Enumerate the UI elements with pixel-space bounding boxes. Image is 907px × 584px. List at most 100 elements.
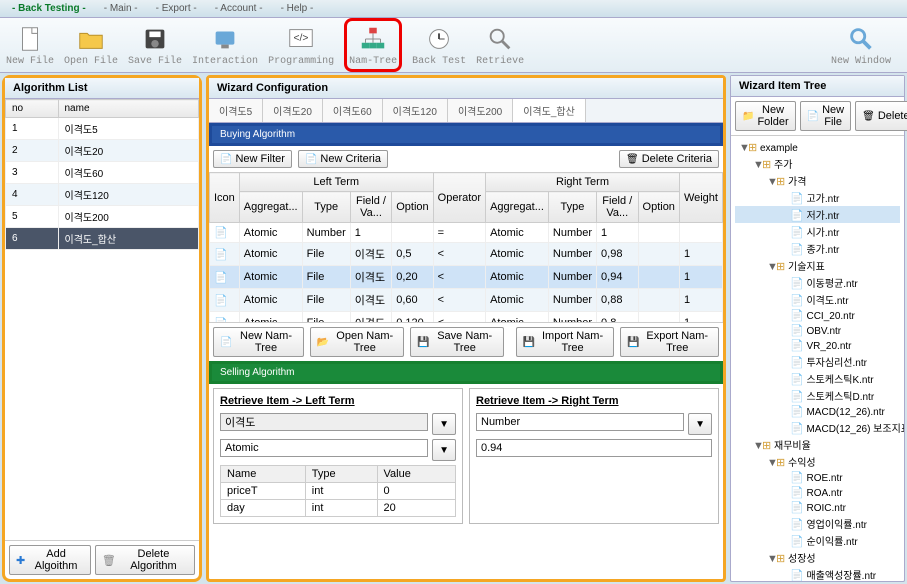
file-icon: 📄 xyxy=(790,406,804,418)
tree-file[interactable]: 📄 ROE.ntr xyxy=(735,470,900,485)
wizard-item-tree-panel: Wizard Item Tree 📁 New Folder 📄 New File… xyxy=(730,75,905,582)
tree-view[interactable]: ▼⊞ example▼⊞ 주가▼⊞ 가격📄 고가.ntr📄 저가.ntr📄 시가… xyxy=(731,136,904,581)
tree-file[interactable]: 📄 종가.ntr xyxy=(735,240,900,257)
menu-item[interactable]: - Export - xyxy=(148,1,205,16)
retrieve-right-input1[interactable] xyxy=(476,413,684,431)
algorithm-row[interactable]: 4이격도120 xyxy=(6,184,199,206)
retrieve-left-input2[interactable] xyxy=(220,439,428,457)
new-file-button[interactable]: New File xyxy=(6,23,54,67)
criteria-row[interactable]: 📄AtomicFile이격도0,20<AtomicNumber0,941 xyxy=(210,266,723,289)
tree-file[interactable]: 📄 이격도.ntr xyxy=(735,291,900,308)
delete-criteria-button[interactable]: 🗑 Delete Criteria xyxy=(619,150,719,168)
delete-tree-button[interactable]: 🗑 Delete xyxy=(855,101,907,131)
tree-file[interactable]: 📄 MACD(12_26) 보조지표.ntr xyxy=(735,419,900,436)
tree-file[interactable]: 📄 ROIC.ntr xyxy=(735,500,900,515)
open-file-button[interactable]: Open File xyxy=(64,23,118,67)
svg-text:</>: </> xyxy=(294,33,309,44)
add-algorithm-button[interactable]: ✚ Add Algoithm xyxy=(9,545,91,575)
file-icon: 📄 xyxy=(790,244,804,256)
tree-file[interactable]: 📄 MACD(12_26).ntr xyxy=(735,404,900,419)
new-filter-button[interactable]: 📄 New Filter xyxy=(213,150,292,168)
programming-button[interactable]: </>Programming xyxy=(268,23,334,67)
nam-tree-button[interactable]: Nam-Tree xyxy=(344,18,402,72)
tree-file[interactable]: 📄 스토케스틱D.ntr xyxy=(735,387,900,404)
tree-file[interactable]: 📄 투자심리선.ntr xyxy=(735,353,900,370)
tree-file[interactable]: 📄 순이익률.ntr xyxy=(735,532,900,549)
menu-item[interactable]: - Help - xyxy=(273,1,322,16)
algorithm-row[interactable]: 2이격도20 xyxy=(6,140,199,162)
file-icon: 📄 xyxy=(790,472,804,484)
algorithm-row[interactable]: 5이격도200 xyxy=(6,206,199,228)
tree-folder[interactable]: ▼⊞ 기술지표 xyxy=(735,257,900,274)
save-namtree-button[interactable]: 💾 Save Nam-Tree xyxy=(410,327,503,357)
save-file-button[interactable]: Save File xyxy=(128,23,182,67)
tree-folder[interactable]: ▼⊞ 성장성 xyxy=(735,549,900,566)
tree-folder[interactable]: ▼⊞ 가격 xyxy=(735,172,900,189)
algorithm-row[interactable]: 6이격도_합산 xyxy=(6,228,199,250)
retrieve-button[interactable]: Retrieve xyxy=(476,23,524,67)
file-icon: 📄 xyxy=(790,423,804,435)
wizard-tabs: 이격도5이격도20이격도60이격도120이격도200이격도_합산 xyxy=(209,99,723,123)
tree-file[interactable]: 📄 OBV.ntr xyxy=(735,323,900,338)
file-icon: 📄 xyxy=(790,570,804,581)
back-test-button[interactable]: Back Test xyxy=(412,23,466,67)
back-test-icon xyxy=(423,23,455,55)
wizard-tab[interactable]: 이격도60 xyxy=(323,99,383,122)
criteria-row[interactable]: 📄AtomicFile이격도0,5<AtomicNumber0,981 xyxy=(210,243,723,266)
wizard-tab[interactable]: 이격도20 xyxy=(263,99,323,122)
file-icon: 📄 xyxy=(790,519,804,531)
wizard-tab[interactable]: 이격도_합산 xyxy=(513,99,586,122)
criteria-table[interactable]: Icon Left Term Operator Right Term Weigh… xyxy=(209,172,723,322)
tree-file[interactable]: 📄 스토케스틱K.ntr xyxy=(735,370,900,387)
file-icon: 📄 xyxy=(790,310,804,322)
file-icon: 📄 xyxy=(790,193,804,205)
menu-item[interactable]: - Account - xyxy=(207,1,271,16)
algorithm-table[interactable]: noname 1이격도52이격도203이격도604이격도1205이격도2006이… xyxy=(5,99,199,250)
retrieve-row: dayint20 xyxy=(221,500,456,517)
wizard-tab[interactable]: 이격도5 xyxy=(209,99,263,122)
new-folder-button[interactable]: 📁 New Folder xyxy=(735,101,796,131)
tree-file[interactable]: 📄 ROA.ntr xyxy=(735,485,900,500)
new-window-button[interactable]: New Window xyxy=(831,23,891,67)
folder-icon: ⊞ xyxy=(776,176,785,188)
criteria-row[interactable]: 📄AtomicFile이격도0,120<AtomicNumber0,81 xyxy=(210,312,723,323)
algorithm-row[interactable]: 1이격도5 xyxy=(6,118,199,140)
delete-algorithm-button[interactable]: 🗑 Delete Algorithm xyxy=(95,545,195,575)
tree-file[interactable]: 📄 VR_20.ntr xyxy=(735,338,900,353)
tree-folder[interactable]: ▼⊞ 수익성 xyxy=(735,453,900,470)
wizard-tab[interactable]: 이격도200 xyxy=(448,99,513,122)
tree-folder[interactable]: ▼⊞ example xyxy=(735,140,900,155)
new-criteria-button[interactable]: 📄 New Criteria xyxy=(298,150,388,168)
retrieve-left-dd1[interactable]: ▼ xyxy=(432,413,456,435)
import-namtree-button[interactable]: 💾 Import Nam-Tree xyxy=(516,327,614,357)
interaction-button[interactable]: Interaction xyxy=(192,23,258,67)
retrieve-left-input1[interactable] xyxy=(220,413,428,431)
tree-file[interactable]: 📄 저가.ntr xyxy=(735,206,900,223)
retrieve-right-input2[interactable] xyxy=(476,439,712,457)
tree-file[interactable]: 📄 영업이익률.ntr xyxy=(735,515,900,532)
new-file-button[interactable]: 📄 New File xyxy=(800,101,851,131)
retrieve-right-dd1[interactable]: ▼ xyxy=(688,413,712,435)
menu-item[interactable]: - Main - xyxy=(96,1,146,16)
buying-algorithm-bar: Buying Algorithm xyxy=(209,123,723,146)
menu-item[interactable]: - Back Testing - xyxy=(4,1,94,16)
tree-file[interactable]: 📄 매출액성장률.ntr xyxy=(735,566,900,581)
tree-file[interactable]: 📄 CCI_20.ntr xyxy=(735,308,900,323)
tree-folder[interactable]: ▼⊞ 주가 xyxy=(735,155,900,172)
wizard-tab[interactable]: 이격도120 xyxy=(383,99,448,122)
tree-file[interactable]: 📄 고가.ntr xyxy=(735,189,900,206)
new-namtree-button[interactable]: 📄 New Nam-Tree xyxy=(213,327,304,357)
tree-file[interactable]: 📄 이동평균.ntr xyxy=(735,274,900,291)
criteria-row[interactable]: 📄AtomicNumber1=AtomicNumber1 xyxy=(210,223,723,243)
save-file-icon xyxy=(139,23,171,55)
tree-file[interactable]: 📄 시가.ntr xyxy=(735,223,900,240)
tree-folder[interactable]: ▼⊞ 재무비율 xyxy=(735,436,900,453)
retrieve-left-table: NameTypeValue priceTint0dayint20 xyxy=(220,465,456,517)
retrieve-left-dd2[interactable]: ▼ xyxy=(432,439,456,461)
retrieve-right-pane: Retrieve Item -> Right Term ▼ xyxy=(469,388,719,524)
open-namtree-button[interactable]: 📂 Open Nam-Tree xyxy=(310,327,405,357)
export-namtree-button[interactable]: 💾 Export Nam-Tree xyxy=(620,327,719,357)
algorithm-row[interactable]: 3이격도60 xyxy=(6,162,199,184)
criteria-row[interactable]: 📄AtomicFile이격도0,60<AtomicNumber0,881 xyxy=(210,289,723,312)
new-window-icon xyxy=(845,23,877,55)
